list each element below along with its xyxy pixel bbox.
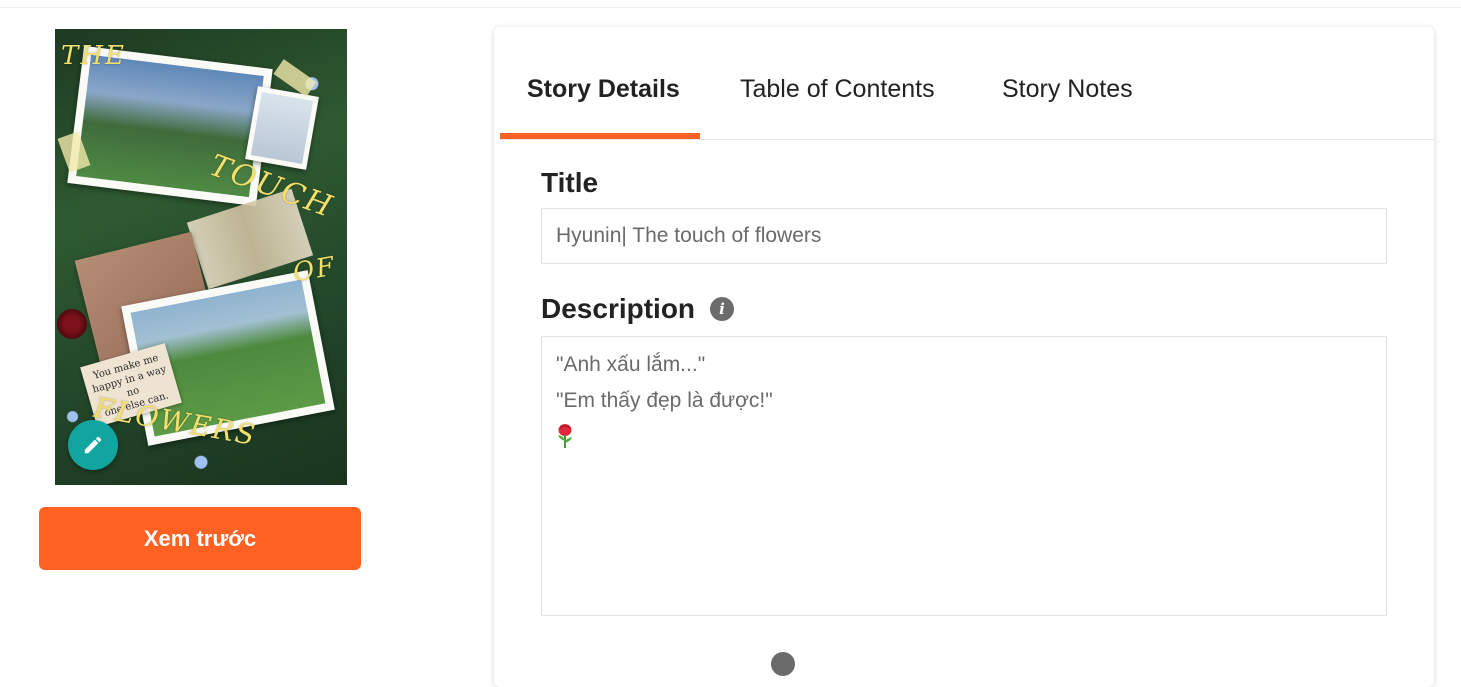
- description-textarea[interactable]: "Anh xấu lắm..." "Em thấy đẹp là được!": [541, 336, 1387, 616]
- cover-rose: [57, 309, 87, 339]
- pencil-icon: [84, 436, 102, 454]
- active-tab-indicator: [500, 133, 700, 139]
- description-label: Description i: [541, 293, 735, 325]
- info-icon[interactable]: i: [710, 297, 735, 321]
- description-line: "Em thấy đẹp là được!": [556, 389, 773, 412]
- cover-word-the: THE: [61, 41, 126, 71]
- edit-cover-button[interactable]: [68, 420, 118, 470]
- tab-story-details[interactable]: Story Details: [527, 75, 680, 104]
- story-cover-image: You make me happy in a way no one else c…: [55, 29, 347, 485]
- title-label: Title: [541, 167, 599, 198]
- top-divider: [0, 7, 1461, 8]
- story-details-panel: Story Details Table of Contents Story No…: [494, 27, 1434, 687]
- tab-table-of-contents[interactable]: Table of Contents: [740, 75, 935, 104]
- cover-photo-small: [245, 86, 319, 170]
- info-icon[interactable]: [771, 652, 795, 676]
- cover-word-of: OF: [290, 251, 339, 289]
- tab-story-notes[interactable]: Story Notes: [1002, 75, 1133, 104]
- next-field-label: [541, 652, 795, 676]
- rose-emoji-icon: [558, 424, 572, 448]
- tab-bar: Story Details Table of Contents Story No…: [500, 27, 1434, 140]
- preview-button[interactable]: Xem trước: [39, 507, 361, 570]
- description-line: "Anh xấu lắm...": [556, 353, 706, 376]
- title-input[interactable]: [541, 208, 1387, 264]
- description-line: [556, 419, 1372, 457]
